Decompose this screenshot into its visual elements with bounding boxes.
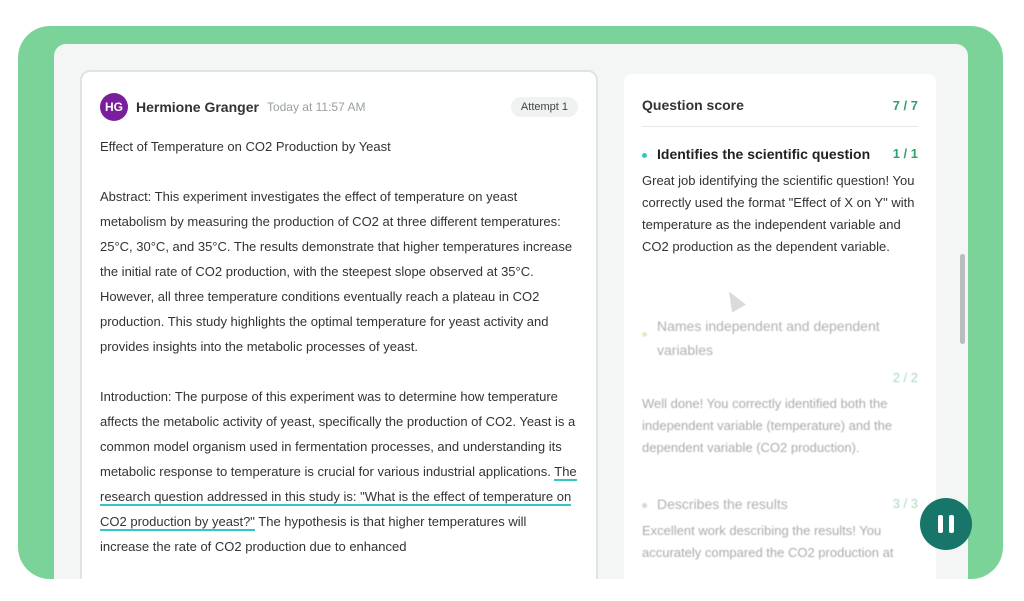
intro-text: Introduction: The purpose of this experi… xyxy=(100,389,576,479)
submission-title: Effect of Temperature on CO2 Production … xyxy=(100,139,391,154)
criterion-feedback: Well done! You correctly identified both… xyxy=(642,396,893,455)
criterion-name: Describes the results xyxy=(657,496,788,512)
score-panel: Question score 7 / 7 Identifies the scie… xyxy=(624,74,936,579)
app-window: HG Hermione Granger Today at 11:57 AM At… xyxy=(54,44,968,579)
criterion-item[interactable]: Names independent and dependent variable… xyxy=(642,314,918,459)
app-frame: HG Hermione Granger Today at 11:57 AM At… xyxy=(18,26,1003,579)
attempt-badge[interactable]: Attempt 1 xyxy=(510,97,578,117)
submission-panel: HG Hermione Granger Today at 11:57 AM At… xyxy=(80,70,598,579)
submission-header: HG Hermione Granger Today at 11:57 AM At… xyxy=(100,92,578,122)
score-total: 7 / 7 xyxy=(892,97,918,113)
pause-icon xyxy=(949,515,954,533)
submission-body: Effect of Temperature on CO2 Production … xyxy=(100,134,578,579)
pause-icon xyxy=(938,515,943,533)
submission-timestamp: Today at 11:57 AM xyxy=(266,100,366,114)
criterion-feedback: Great job identifying the scientific que… xyxy=(642,173,915,254)
scrollbar-thumb[interactable] xyxy=(960,254,965,344)
criterion-item[interactable]: Describes the results 3 / 3 Excellent wo… xyxy=(642,496,918,564)
criterion-feedback: Excellent work describing the results! Y… xyxy=(642,523,894,560)
criterion-score: 3 / 3 xyxy=(892,496,918,511)
score-header: Question score 7 / 7 xyxy=(642,92,918,127)
abstract-paragraph: Abstract: This experiment investigates t… xyxy=(100,189,573,354)
criterion-score: 1 / 1 xyxy=(892,146,918,161)
author-name: Hermione Granger xyxy=(136,99,259,115)
bullet-icon xyxy=(642,153,647,158)
pause-button[interactable] xyxy=(920,498,972,550)
criterion-score: 2 / 2 xyxy=(892,370,918,385)
introduction-paragraph: Introduction: The purpose of this experi… xyxy=(100,384,578,559)
criterion-name: Identifies the scientific question xyxy=(657,146,871,162)
criterion-item[interactable]: Identifies the scientific question 1 / 1… xyxy=(642,146,918,258)
score-title: Question score xyxy=(642,97,744,113)
criterion-name: Names independent and dependent variable… xyxy=(657,318,880,358)
bullet-icon xyxy=(642,503,647,508)
bullet-icon xyxy=(642,332,647,337)
avatar: HG xyxy=(100,93,128,121)
